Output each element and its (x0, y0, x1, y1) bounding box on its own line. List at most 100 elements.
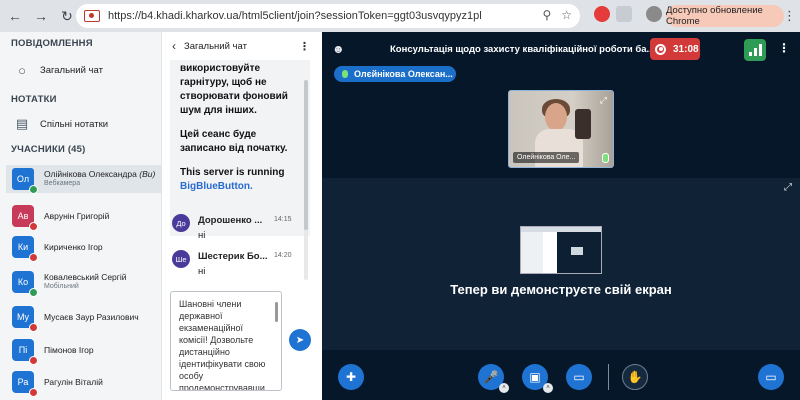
composer-text[interactable]: Шановні члени державної екзаменаційної к… (179, 299, 265, 390)
user-list-item[interactable]: Ко Ковалевський Сергій Мобільний (12, 268, 162, 297)
user-list-sidebar: ПОВІДОМЛЕННЯ ○ Загальний чат НОТАТКИ ▤ С… (0, 32, 162, 400)
welcome-text-3: This server is running (180, 167, 285, 178)
options-menu-icon[interactable]: ⋮ (778, 41, 790, 55)
avatar: До (172, 214, 190, 232)
user-name: Пімонов Ігор (44, 345, 94, 355)
public-chat-label: Загальний чат (40, 64, 103, 76)
microphone-icon (342, 70, 348, 78)
bookmark-star-icon[interactable]: ☆ (561, 8, 572, 22)
opera-extension-icon[interactable] (594, 6, 610, 22)
toolbar-divider (608, 364, 609, 390)
avatar: Му (12, 306, 38, 332)
shared-notes-label: Спільні нотатки (40, 118, 109, 130)
site-info-icon[interactable] (84, 10, 100, 22)
microphone-button[interactable]: 🎤 ˄ (478, 364, 509, 393)
forward-icon[interactable]: → (30, 5, 52, 27)
back-icon[interactable]: ← (4, 5, 26, 27)
notes-icon: ▤ (15, 116, 29, 131)
composer-scrollbar[interactable] (275, 302, 278, 322)
user-name: Олійнікова Олександра (44, 169, 137, 179)
user-list-item[interactable]: Пі Пімонов Ігор (12, 336, 162, 365)
screenshare-preview (520, 226, 602, 274)
chevron-left-icon[interactable]: ‹ (172, 39, 176, 53)
chat-header: ‹ Загальний чат (162, 32, 322, 60)
muted-mic-badge (29, 253, 38, 262)
actions-plus-button[interactable]: ✚ (338, 364, 364, 390)
user-name: Мусаєв Заур Разилович (44, 312, 139, 322)
chat-title[interactable]: Загальний чат (184, 41, 247, 52)
reload-icon[interactable]: ↻ (56, 5, 78, 27)
message-text: ні (198, 230, 206, 241)
monitor-icon: ▭ (765, 370, 777, 384)
welcome-text-2: Цей сеанс буде записано від початку. (180, 129, 288, 154)
record-icon (655, 43, 666, 55)
profile-avatar[interactable] (646, 6, 662, 22)
user-list-item[interactable]: Ав Аврунін Григорій (12, 202, 162, 231)
chat-bubble-icon: ○ (18, 62, 26, 78)
chat-panel: ‹ Загальний чат ⋮ використовуйте гарніту… (162, 32, 322, 400)
notes-section-title: НОТАТКИ (11, 94, 57, 105)
welcome-text-1: використовуйте гарнітуру, щоб не створюв… (180, 63, 288, 116)
user-list-item[interactable]: Ол Олійнікова Олександра (Ви) Вебкамера (6, 165, 162, 194)
user-status-text: Вебкамера (44, 180, 81, 187)
monitor-icon: ▭ (573, 370, 585, 384)
messages-section-title: ПОВІДОМЛЕННЯ (11, 38, 93, 49)
bigbluebutton-link[interactable]: BigBlueButton. (180, 181, 253, 192)
user-name: Рагулін Віталій (44, 377, 103, 387)
chat-options-icon[interactable]: ⋮ (299, 40, 310, 53)
avatar: Ко (12, 271, 38, 297)
address-bar[interactable]: https://b4.khadi.kharkov.ua/html5client/… (76, 4, 580, 28)
avatar: Пі (12, 339, 38, 365)
message-time: 14:15 (274, 216, 292, 223)
chevron-up-icon[interactable]: ˄ (499, 383, 509, 393)
connection-status-icon[interactable] (744, 39, 766, 61)
public-chat-item[interactable]: ○ Загальний чат (14, 62, 103, 78)
raise-hand-button[interactable]: ✋ (622, 364, 648, 390)
chevron-up-icon[interactable]: ˄ (543, 383, 553, 393)
fullscreen-icon[interactable]: ⤢ (784, 182, 792, 193)
avatar: Ра (12, 371, 38, 397)
url-text[interactable]: https://b4.khadi.kharkov.ua/html5client/… (108, 10, 482, 22)
screenshare-status-text: Тепер ви демонструєте свій екран (450, 282, 672, 297)
message-time: 14:20 (274, 252, 292, 259)
presentation-toggle-button[interactable]: ▭ (758, 364, 784, 390)
muted-mic-badge (29, 388, 38, 397)
send-icon: ➤ (295, 334, 305, 346)
muted-mic-badge (29, 222, 38, 231)
chat-message: До Дорошенко ... 14:15 ні (170, 212, 310, 252)
plus-icon: ✚ (345, 370, 357, 384)
status-badge (29, 185, 38, 194)
extensions-puzzle-icon[interactable] (616, 6, 632, 22)
webcam-tile[interactable]: ⤢ Олейнікова Оле... (508, 90, 614, 168)
chat-message-input[interactable]: Шановні члени державної екзаменаційної к… (170, 291, 282, 391)
hand-icon: ✋ (627, 370, 643, 384)
shared-notes-item[interactable]: ▤ Спільні нотатки (14, 116, 108, 132)
video-camera-icon: ▣ (529, 370, 541, 384)
zoom-icon[interactable]: ⚲ (542, 8, 551, 22)
meeting-area: ☻ Консультація щодо захисту кваліфікацій… (322, 32, 800, 400)
send-message-button[interactable]: ➤ (289, 329, 311, 351)
recording-indicator[interactable]: 31:08 (650, 38, 700, 60)
message-text: ні (198, 266, 206, 277)
talking-indicator[interactable]: Олєйнікова Олексан... (334, 66, 456, 82)
avatar: Ав (12, 205, 38, 231)
users-section-title: УЧАСНИКИ (45) (11, 144, 86, 155)
avatar: Ол (12, 168, 38, 194)
screenshare-stage: ⤢ Тепер ви демонструєте свій екран (322, 178, 800, 350)
fullscreen-icon[interactable]: ⤢ (600, 95, 607, 106)
user-list-item[interactable]: Ра Рагулін Віталій (12, 368, 162, 397)
toggle-userlist-icon[interactable]: ☻ (332, 42, 345, 56)
microphone-icon: 🎤 (483, 370, 499, 384)
avatar: Ки (12, 236, 38, 262)
chrome-update-button[interactable]: Доступно обновление Chrome (666, 5, 784, 27)
muted-mic-badge (29, 323, 38, 332)
user-list-item[interactable]: Му Мусаєв Заур Разилович (12, 303, 162, 332)
microphone-icon (602, 153, 609, 163)
user-status-text: Мобільний (44, 283, 79, 290)
user-list-item[interactable]: Ки Кириченко Ігор (12, 233, 162, 262)
camera-button[interactable]: ▣ ˄ (522, 364, 553, 393)
talker-name: Олєйнікова Олексан... (354, 69, 453, 79)
meeting-topbar: ☻ Консультація щодо захисту кваліфікацій… (322, 32, 800, 68)
browser-menu-icon[interactable]: ⋮ (783, 8, 796, 24)
screenshare-button[interactable]: ▭ (566, 364, 592, 390)
